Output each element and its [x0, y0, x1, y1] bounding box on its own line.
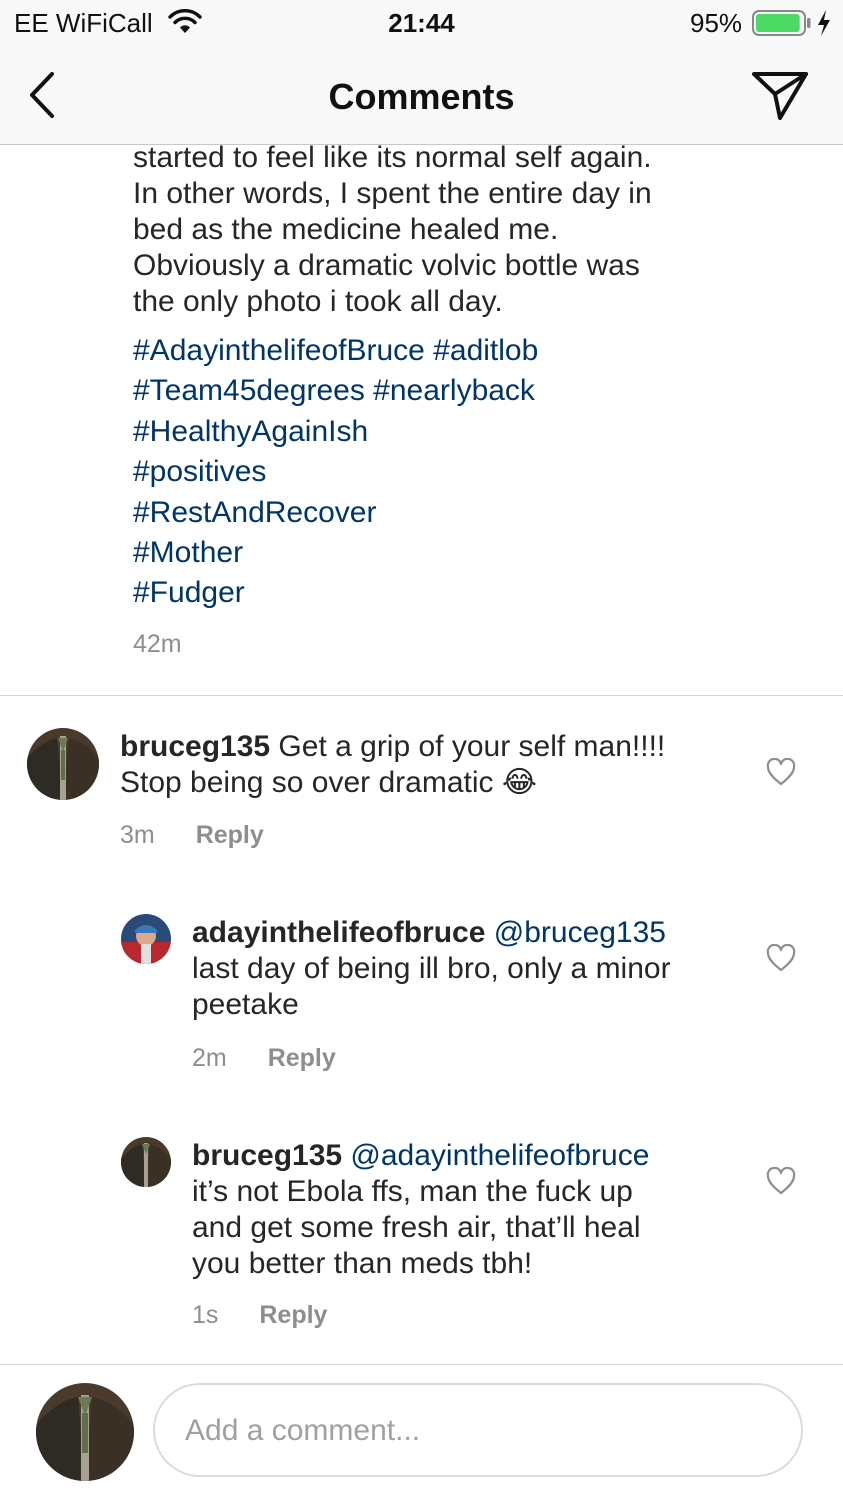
direct-send-button[interactable] — [750, 68, 812, 129]
hashtag-link[interactable]: #RestAndRecover — [133, 496, 376, 529]
comment-username[interactable]: adayinthelifeofbruce — [192, 916, 485, 949]
hashtag-link[interactable]: #AdayinthelifeofBruce — [133, 334, 425, 367]
reply-button[interactable]: Reply — [259, 1301, 327, 1329]
hashtag-link[interactable]: #Mother — [133, 536, 243, 569]
comment-text: Get a grip of your self man!!!! — [278, 730, 666, 763]
avatar[interactable] — [121, 914, 171, 964]
hashtag-line: #Mother — [133, 533, 538, 573]
caption-line: bed as the medicine healed me. — [133, 213, 559, 246]
page-title: Comments — [328, 76, 515, 117]
comment-username[interactable]: bruceg135 — [192, 1139, 342, 1172]
direct-send-icon — [752, 72, 808, 120]
battery-percent: 95% — [690, 8, 743, 38]
comment-body: bruceg135 @adayinthelifeofbruce it’s not… — [192, 1138, 752, 1282]
hashtag-line: #Fudger — [133, 573, 538, 613]
comment: bruceg135 Get a grip of your self man!!!… — [0, 728, 843, 868]
comment-timestamp: 1s — [192, 1301, 219, 1329]
hashtag-line: #HealthyAgainIsh — [133, 412, 538, 452]
hashtag-link[interactable]: #HealthyAgainIsh — [133, 415, 368, 448]
comment-mention[interactable]: @adayinthelifeofbruce — [350, 1139, 649, 1172]
comment-text: peetake — [192, 988, 299, 1021]
comment-input-container — [153, 1383, 803, 1477]
comment-reply: adayinthelifeofbruce @bruceg135 last day… — [0, 914, 843, 1084]
avatar[interactable] — [27, 728, 99, 800]
hashtag-line: #Team45degrees #nearlyback — [133, 371, 538, 411]
avatar[interactable] — [121, 1137, 171, 1187]
comment-timestamp: 2m — [192, 1044, 227, 1072]
comment-text: last day of being ill bro, only a minor — [192, 952, 671, 985]
caption-line: In other words, I spent the entire day i… — [133, 177, 652, 210]
comment-username[interactable]: bruceg135 — [120, 730, 270, 763]
like-comment-button[interactable] — [766, 943, 796, 977]
caption-line: Obviously a dramatic volvic bottle was — [133, 249, 640, 282]
battery-icon — [752, 10, 812, 41]
hashtag-line: #AdayinthelifeofBruce #aditlob — [133, 331, 538, 371]
comment-meta: 2m Reply — [192, 1044, 336, 1073]
hashtag-link[interactable]: #nearlyback — [373, 374, 535, 407]
reply-button[interactable]: Reply — [196, 821, 264, 849]
comment-text: it’s not Ebola ffs, man the fuck up — [192, 1175, 633, 1208]
heart-icon — [766, 943, 796, 972]
add-comment-input[interactable] — [183, 1405, 777, 1457]
hashtag-link[interactable]: #positives — [133, 455, 266, 488]
nav-bar: Comments — [0, 46, 843, 145]
hashtag-line: #positives — [133, 452, 538, 492]
charging-bolt-icon — [816, 9, 832, 42]
hashtag-link[interactable]: #aditlob — [433, 334, 538, 367]
comment-timestamp: 3m — [120, 821, 155, 849]
hashtag-link[interactable]: #Team45degrees — [133, 374, 365, 407]
comment-meta: 1s Reply — [192, 1301, 327, 1330]
caption-line: started to feel like its normal self aga… — [133, 141, 652, 174]
heart-icon — [766, 1166, 796, 1195]
comment-mention[interactable]: @bruceg135 — [494, 916, 666, 949]
reply-button[interactable]: Reply — [268, 1044, 336, 1072]
status-bar: EE WiFiCall 21:44 95% — [0, 0, 843, 46]
comment-reply: bruceg135 @adayinthelifeofbruce it’s not… — [0, 1137, 843, 1337]
caption-divider — [0, 695, 843, 696]
comment-text: and get some fresh air, that’ll heal — [192, 1211, 641, 1244]
caption-timestamp: 42m — [133, 630, 182, 658]
current-user-avatar — [36, 1383, 134, 1481]
hashtag-link[interactable]: #Fudger — [133, 576, 245, 609]
like-comment-button[interactable] — [766, 1166, 796, 1200]
comment-text: Stop being so over dramatic 😂 — [120, 766, 537, 799]
caption-line: the only photo i took all day. — [133, 285, 503, 318]
post-caption: started to feel like its normal self aga… — [133, 140, 813, 320]
comment-text: you better than meds tbh! — [192, 1247, 533, 1280]
caption-hashtags: #AdayinthelifeofBruce #aditlob #Team45de… — [133, 331, 538, 614]
comment-composer — [0, 1364, 843, 1500]
comment-body: adayinthelifeofbruce @bruceg135 last day… — [192, 915, 752, 1023]
like-comment-button[interactable] — [766, 757, 796, 791]
comment-body: bruceg135 Get a grip of your self man!!!… — [120, 729, 740, 801]
heart-icon — [766, 757, 796, 786]
comment-meta: 3m Reply — [120, 821, 264, 850]
hashtag-line: #RestAndRecover — [133, 493, 538, 533]
